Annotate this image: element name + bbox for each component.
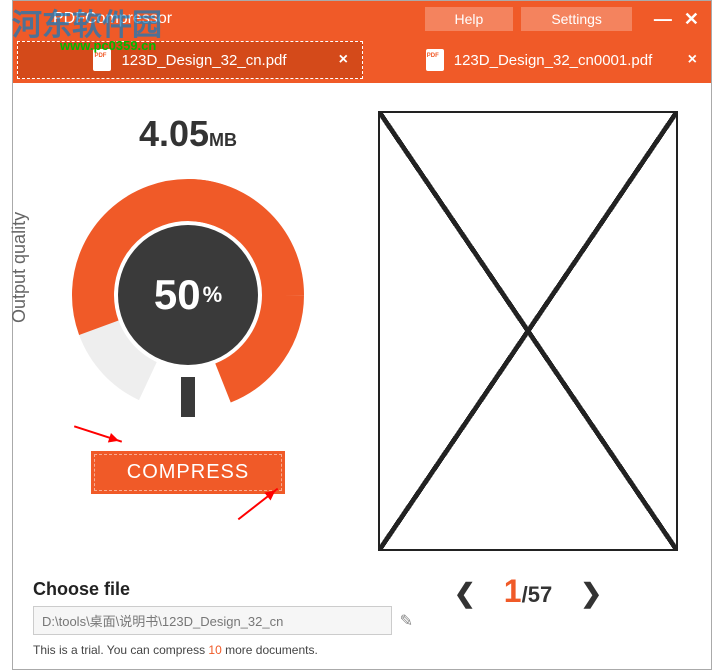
left-panel: Output quality 4.05MB 50% COMPRESS — [13, 83, 363, 611]
watermark-url: www.pc0359.cn — [60, 38, 156, 53]
page-current: 1 — [504, 573, 522, 609]
output-path-field[interactable]: D:\tools\桌面\说明书\123D_Design_32_cn — [33, 606, 392, 635]
titlebar: PDFCompressor Help Settings — ✕ — [13, 1, 711, 37]
quality-knob[interactable]: 50% — [118, 225, 258, 365]
annotation-arrow — [74, 425, 122, 442]
tab-label: 123D_Design_32_cn0001.pdf — [454, 52, 653, 69]
compress-button[interactable]: COMPRESS — [91, 451, 285, 494]
choose-file-label: Choose file — [33, 579, 413, 600]
next-page-button[interactable]: ❯ — [580, 578, 602, 608]
minimize-button[interactable]: — — [654, 9, 672, 30]
page-preview — [378, 111, 678, 551]
edit-path-icon[interactable]: ✎ — [400, 611, 413, 631]
tab-close-icon[interactable]: × — [339, 51, 348, 69]
quality-gauge[interactable]: 50% — [58, 165, 318, 425]
gauge-handle[interactable] — [181, 377, 195, 417]
trial-notice: This is a trial. You can compress 10 mor… — [33, 643, 413, 657]
file-tab[interactable]: 123D_Design_32_cn0001.pdf × — [367, 37, 711, 83]
right-panel: ❮ 1/57 ❯ — [363, 83, 711, 611]
page-total: 57 — [528, 582, 552, 607]
footer: Choose file D:\tools\桌面\说明书\123D_Design_… — [33, 579, 413, 657]
tab-close-icon[interactable]: × — [688, 51, 697, 69]
quality-value: 50 — [154, 271, 201, 319]
settings-button[interactable]: Settings — [521, 7, 632, 31]
prev-page-button[interactable]: ❮ — [454, 578, 476, 608]
app-title: PDFCompressor — [13, 10, 425, 28]
close-button[interactable]: ✕ — [684, 9, 699, 30]
pdf-icon — [426, 49, 444, 71]
app-window: PDFCompressor Help Settings — ✕ 123D_Des… — [12, 0, 712, 670]
quality-axis-label: Output quality — [9, 212, 30, 323]
file-size: 4.05MB — [13, 113, 363, 155]
pager: ❮ 1/57 ❯ — [373, 573, 683, 610]
tab-label: 123D_Design_32_cn.pdf — [121, 52, 286, 69]
help-button[interactable]: Help — [425, 7, 514, 31]
